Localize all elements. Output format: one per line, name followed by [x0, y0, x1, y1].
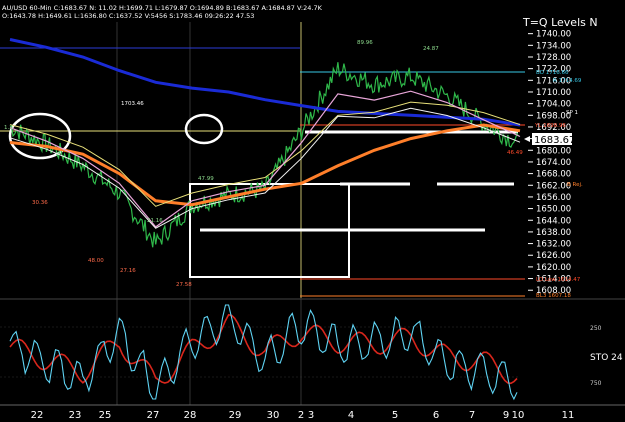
price-tick-label: 1656.00: [536, 193, 571, 203]
ann-left-5: 27.58: [176, 282, 192, 288]
ann-left-6: 21.16: [147, 218, 163, 224]
time-tick-label: 2: [298, 410, 304, 421]
time-tick-label: 25: [99, 410, 112, 421]
time-tick-label: 3: [308, 410, 314, 421]
header-line2: O:1643.78 H:1649.61 L:1636.80 C:1637.52 …: [2, 12, 254, 20]
osc-label: STO 24: [590, 353, 623, 363]
price-tick-label: 1740.00: [536, 30, 571, 40]
last-price-label: 1683.67: [534, 135, 575, 146]
header-line1: AU/USD 60-Min C:1683.67 N: 11.02 H:1699.…: [2, 4, 323, 12]
ann-right-1: R 1714.69: [553, 78, 582, 84]
time-tick-label: 7: [469, 410, 475, 421]
time-tick-label: 4: [348, 410, 354, 421]
ann-right-6: BL3 1607.18: [536, 293, 571, 299]
time-tick-label: 27: [147, 410, 160, 421]
price-tick-label: 1620.00: [536, 263, 571, 273]
ann-left-7: 1703.46: [121, 101, 144, 107]
ann-left-2: 48.00: [88, 258, 104, 264]
time-tick-label: 29: [229, 410, 242, 421]
ann-left-4: 27.16: [120, 268, 136, 274]
ann-right-7: 46.49: [507, 150, 523, 156]
time-tick-label: 6: [433, 410, 439, 421]
time-tick-label: 11: [562, 410, 575, 421]
price-tick-label: 1734.00: [536, 41, 571, 51]
ann-right-2: SP 1: [566, 110, 578, 116]
time-tick-label: 22: [31, 410, 44, 421]
price-tick-label: 1632.00: [536, 240, 571, 250]
ann-left-3: 47.99: [198, 176, 214, 182]
price-tick-label: 1668.00: [536, 170, 571, 180]
ann-left-1: 30.36: [32, 200, 48, 206]
price-tick-label: 1704.00: [536, 100, 571, 110]
price-tick-label: 1626.00: [536, 251, 571, 261]
ann-right-0: BO 1716.66: [536, 70, 569, 76]
price-tick-label: 1674.00: [536, 158, 571, 168]
price-tick-label: 1680.00: [536, 146, 571, 156]
ann-left-0: 1.3: [4, 125, 13, 131]
price-tick-label: 1662.00: [536, 181, 571, 191]
ann-right-4: B Rej.: [567, 182, 583, 188]
price-tick-label: 1650.00: [536, 205, 571, 215]
time-tick-label: 28: [184, 410, 197, 421]
time-tick-label: 30: [267, 410, 280, 421]
osc-tick-250: 250: [590, 325, 602, 332]
chart-canvas[interactable]: AU/USD 60-Min C:1683.67 N: 11.02 H:1699.…: [0, 0, 625, 422]
price-tick-label: 1638.00: [536, 228, 571, 238]
time-tick-label: 10: [512, 410, 525, 421]
ann-top-0: 89.96: [357, 40, 373, 46]
ann-right-5: LO Low 1614.47: [536, 277, 581, 283]
time-tick-label: 23: [69, 410, 82, 421]
time-tick-label: 9: [503, 410, 509, 421]
price-tick-label: 1728.00: [536, 53, 571, 63]
osc-tick-750: 750: [590, 380, 602, 387]
chart-title: T=Q Levels N: [522, 16, 598, 29]
ann-right-3: YL 1698.96: [534, 123, 566, 129]
price-tick-label: 1644.00: [536, 216, 571, 226]
time-tick-label: 5: [392, 410, 398, 421]
price-tick-label: 1710.00: [536, 88, 571, 98]
ann-top-1: 24.87: [423, 46, 439, 52]
background: [0, 0, 625, 422]
